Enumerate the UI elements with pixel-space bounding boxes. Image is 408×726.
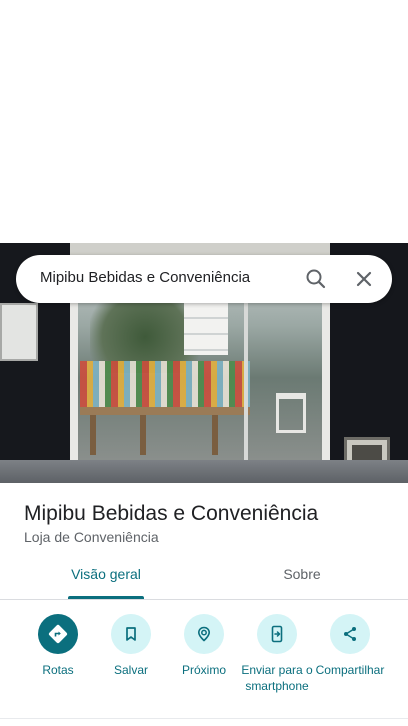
close-icon[interactable] (348, 263, 380, 295)
map-blank-area (0, 0, 408, 243)
nearby-icon (197, 626, 211, 642)
share-button[interactable] (330, 614, 370, 654)
storefront-chair (276, 393, 306, 433)
search-bar[interactable]: Mipibu Bebidas e Conveniência (16, 255, 392, 303)
bookmark-icon (126, 627, 136, 641)
storefront-notices (184, 303, 228, 355)
save-label[interactable]: Salvar (101, 662, 161, 678)
send-to-phone-icon (271, 625, 283, 643)
directions-button[interactable] (38, 614, 78, 654)
send-to-phone-button[interactable] (257, 614, 297, 654)
directions-label[interactable]: Rotas (28, 662, 88, 678)
bottom-divider (0, 718, 408, 719)
storefront-sign (0, 303, 38, 361)
tab-about[interactable]: Sobre (252, 566, 352, 598)
directions-icon (48, 624, 68, 644)
table-leg (90, 415, 96, 455)
nearby-label[interactable]: Próximo (174, 662, 234, 678)
tab-overview[interactable]: Visão geral (56, 566, 156, 598)
place-category[interactable]: Loja de Conveniência (24, 529, 159, 545)
storefront-table (80, 407, 250, 415)
storefront-beam (70, 243, 330, 255)
search-icon[interactable] (300, 263, 332, 295)
search-query-text[interactable]: Mipibu Bebidas e Conveniência (40, 269, 250, 286)
share-label[interactable]: Compartilhar (312, 662, 388, 678)
send-to-phone-label[interactable]: Enviar para o smartphone (241, 662, 313, 694)
storefront-floor (0, 460, 408, 483)
nearby-button[interactable] (184, 614, 224, 654)
save-button[interactable] (111, 614, 151, 654)
place-title: Mipibu Bebidas e Conveniência (24, 502, 319, 525)
table-leg (140, 415, 146, 455)
storefront-shelves (80, 361, 250, 407)
tab-divider (0, 599, 408, 600)
share-icon (344, 627, 356, 641)
table-leg (212, 415, 218, 455)
